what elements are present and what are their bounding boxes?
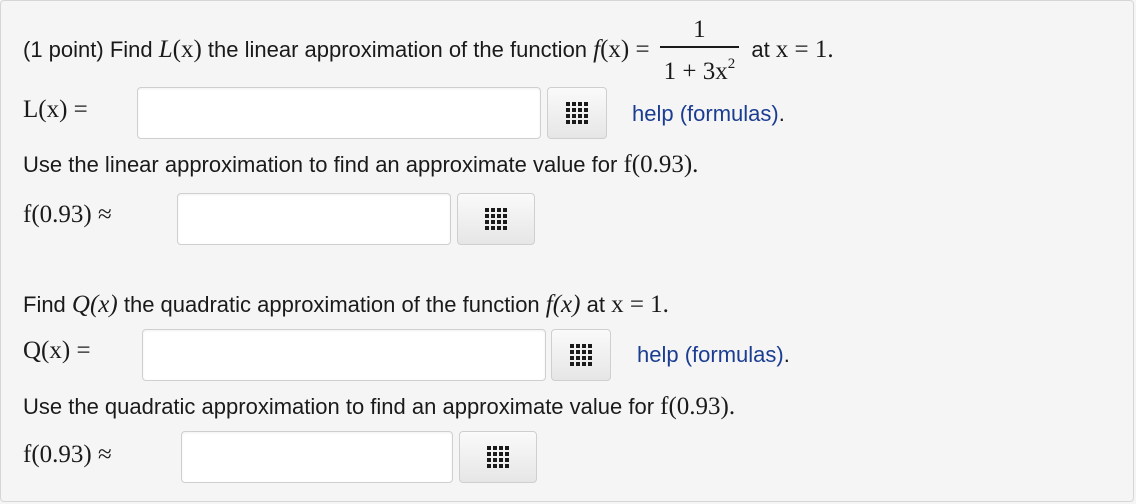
f-x-expression: f(x) — [545, 291, 581, 318]
linear-equation-editor-button[interactable] — [457, 193, 535, 245]
x-equals-1-2: x = 1. — [611, 291, 669, 318]
fraction-denominator: 1 + 3x2 — [659, 46, 740, 88]
Q-label: Q(x) = — [23, 337, 91, 364]
quadratic-approx-input[interactable] — [181, 431, 453, 483]
equation-editor-grid-icon — [566, 102, 588, 124]
help-link-dot-1: . — [778, 101, 785, 126]
question-1-statement: (1 point) Find L(x) the linear approxima… — [23, 14, 834, 88]
denominator-base: 1 + 3x — [663, 58, 728, 85]
denominator-exponent: 2 — [727, 56, 736, 72]
help-link-dot-2: . — [783, 342, 790, 367]
help-link-text-2[interactable]: help (formulas) — [637, 342, 784, 367]
quadratic-approx-instruction: Use the quadratic approximation to find … — [23, 393, 735, 421]
L-equation-editor-button[interactable] — [547, 87, 607, 139]
help-link-text-1[interactable]: help (formulas) — [632, 101, 779, 126]
Q-function: Q(x) — [71, 291, 118, 318]
help-formulas-link-2[interactable]: help (formulas). — [637, 342, 790, 368]
f-function-arg: (x) = — [600, 35, 650, 63]
equation-editor-grid-icon — [485, 208, 507, 230]
at-text-2: at — [580, 292, 612, 317]
L-answer-input[interactable] — [137, 87, 541, 139]
question-1-mid: the linear approximation of the function — [201, 36, 594, 62]
question-2-lead: Find — [23, 292, 72, 317]
x-equals-1: x = 1. — [775, 35, 834, 63]
function-fraction: 1 1 + 3x2 — [659, 14, 740, 88]
question-1-lead: (1 point) Find — [23, 36, 159, 62]
f-value-label-1: f(0.93) ≈ — [23, 201, 112, 228]
f-093-expression-2: f(0.93). — [660, 393, 736, 420]
linear-approx-instruction: Use the linear approximation to find an … — [23, 151, 698, 179]
linear-approx-input[interactable] — [177, 193, 451, 245]
at-text: at — [745, 36, 776, 62]
fraction-numerator: 1 — [693, 16, 706, 43]
question-2-mid: the quadratic approximation of the funct… — [117, 292, 546, 317]
f-093-expression: f(0.93). — [623, 151, 699, 178]
help-formulas-link-1[interactable]: help (formulas). — [632, 101, 785, 127]
quadratic-approx-text: Use the quadratic approximation to find … — [23, 394, 661, 419]
question-2-statement: Find Q(x) the quadratic approximation of… — [23, 291, 669, 319]
linear-approx-text: Use the linear approximation to find an … — [23, 152, 624, 177]
L-label: L(x) = — [23, 96, 88, 123]
L-function-arg: (x) — [172, 35, 202, 63]
problem-panel: (1 point) Find L(x) the linear approxima… — [0, 0, 1134, 502]
f-value-label-2: f(0.93) ≈ — [23, 441, 112, 468]
L-function-name: L — [158, 35, 173, 63]
Q-answer-input[interactable] — [142, 329, 546, 381]
equation-editor-grid-icon — [487, 446, 509, 468]
quadratic-equation-editor-button[interactable] — [459, 431, 537, 483]
Q-equation-editor-button[interactable] — [551, 329, 611, 381]
equation-editor-grid-icon — [570, 344, 592, 366]
